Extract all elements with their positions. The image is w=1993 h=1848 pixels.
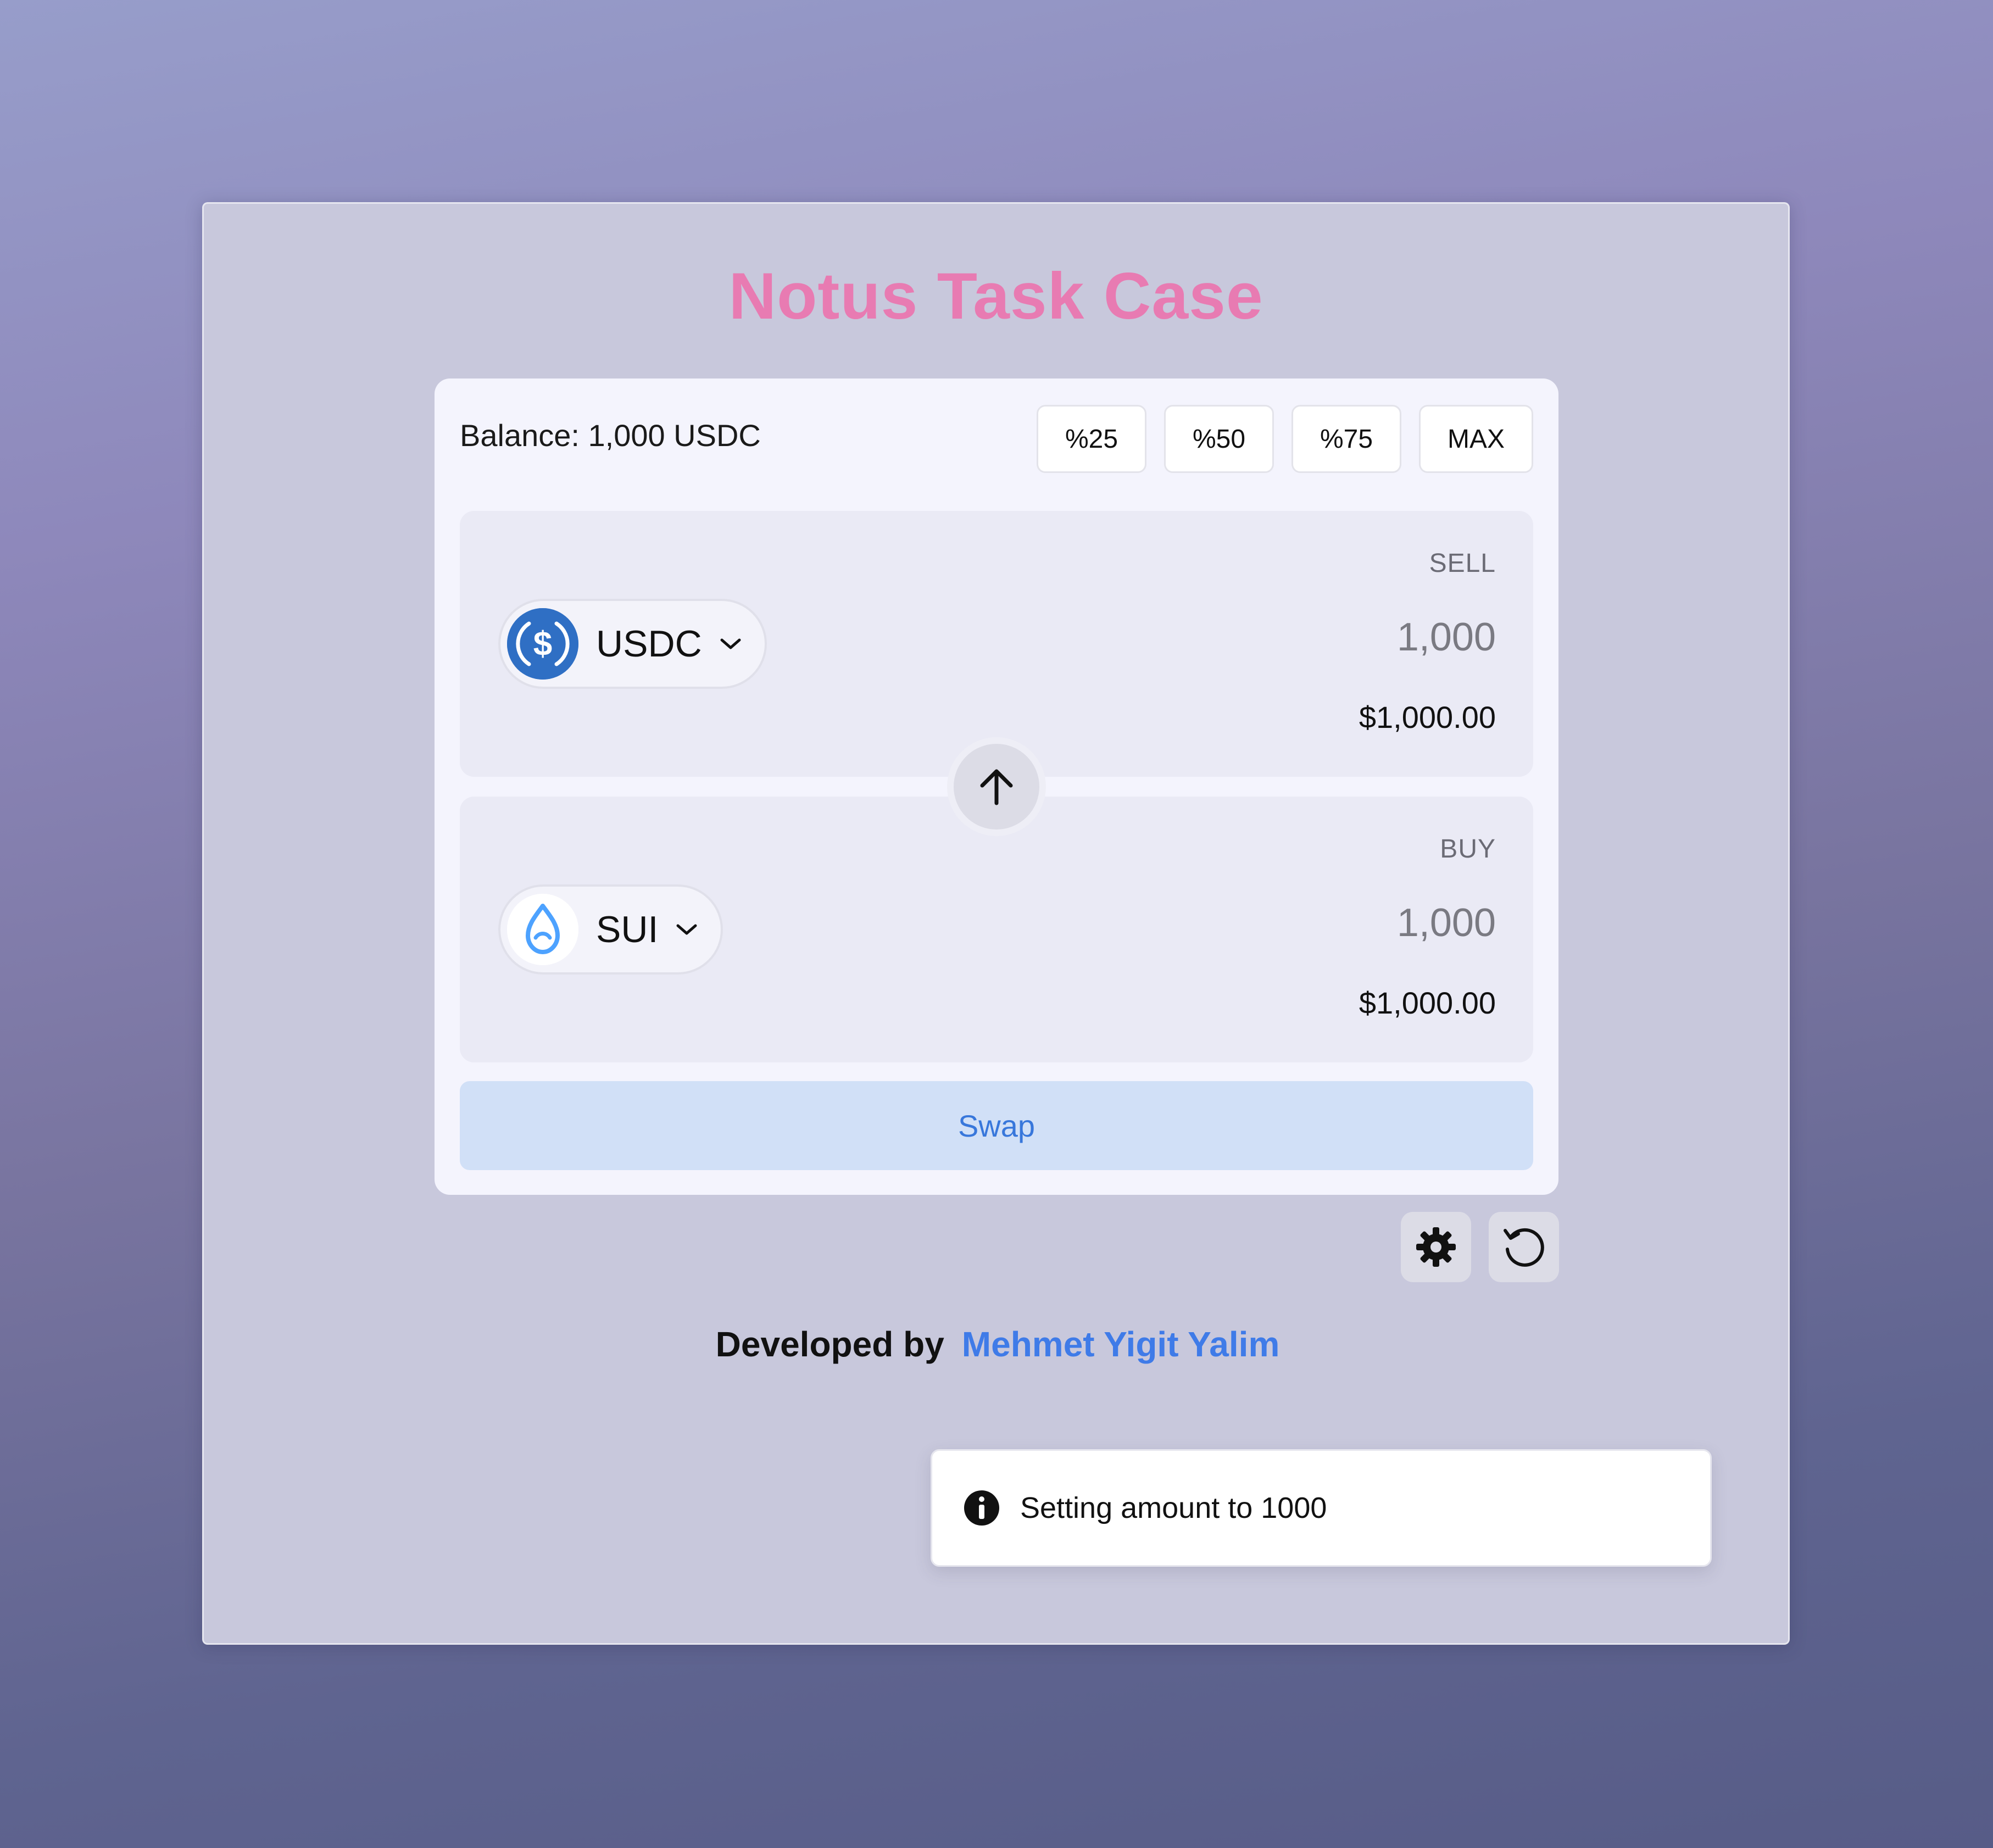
buy-label: BUY — [1440, 834, 1496, 864]
chevron-down-icon — [675, 921, 699, 938]
author-link[interactable]: Mehmet Yigit Yalim — [962, 1324, 1280, 1364]
toast-notification: Setting amount to 1000 — [931, 1449, 1712, 1567]
quick-amount-max-button[interactable]: MAX — [1419, 405, 1533, 473]
sell-usd-value: $1,000.00 — [1359, 700, 1496, 734]
toast-message: Setting amount to 1000 — [1020, 1491, 1327, 1524]
chevron-down-icon — [719, 636, 743, 652]
buy-section: BUY SUI 1,000 $1,000.00 — [460, 797, 1533, 1062]
arrow-up-icon — [975, 765, 1018, 809]
switch-direction-button[interactable] — [947, 737, 1046, 836]
gear-icon — [1413, 1224, 1459, 1270]
refresh-icon — [1500, 1223, 1548, 1271]
page-title: Notus Task Case — [728, 259, 1263, 333]
buy-token-select[interactable]: SUI — [498, 884, 723, 975]
swap-button[interactable]: Swap — [460, 1081, 1533, 1170]
sell-label: SELL — [1429, 549, 1496, 578]
quick-amount-50-button[interactable]: %50 — [1164, 405, 1274, 473]
footer: Developed by Mehmet Yigit Yalim — [204, 1327, 1791, 1362]
sui-icon — [507, 894, 578, 965]
footer-prefix: Developed by — [715, 1324, 944, 1364]
quick-amount-75-button[interactable]: %75 — [1291, 405, 1401, 473]
sell-token-name: USDC — [596, 623, 702, 665]
balance-label: Balance: 1,000 USDC — [460, 418, 761, 453]
buy-token-name: SUI — [596, 909, 659, 950]
usdc-icon: $ — [507, 608, 578, 680]
refresh-button[interactable] — [1489, 1212, 1559, 1282]
buy-usd-value: $1,000.00 — [1359, 986, 1496, 1020]
sell-token-select[interactable]: $ USDC — [498, 599, 767, 689]
sell-amount-input[interactable]: 1,000 — [1397, 617, 1496, 657]
quick-amount-25-button[interactable]: %25 — [1037, 405, 1146, 473]
info-icon — [963, 1489, 1000, 1527]
settings-button[interactable] — [1401, 1212, 1471, 1282]
svg-text:$: $ — [533, 625, 552, 663]
buy-amount-input[interactable]: 1,000 — [1397, 903, 1496, 943]
